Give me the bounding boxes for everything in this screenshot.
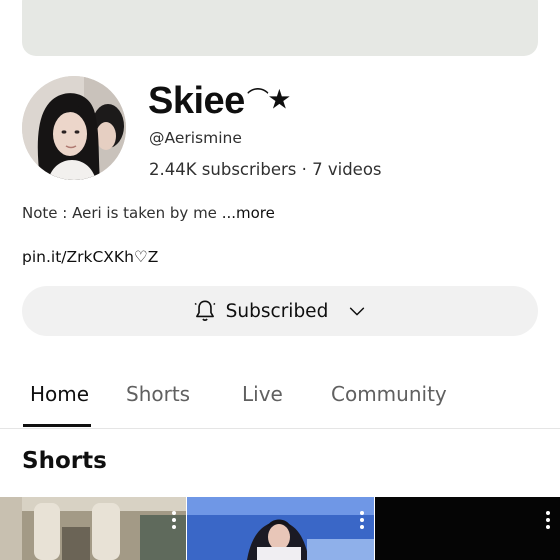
avatar[interactable] bbox=[22, 76, 126, 180]
thumbnail-image bbox=[0, 497, 186, 560]
active-tab-indicator bbox=[23, 424, 91, 427]
thumbnail-image bbox=[187, 497, 374, 560]
channel-stats: 2.44K subscribers · 7 videos bbox=[149, 160, 382, 179]
avatar-photo bbox=[22, 76, 126, 180]
channel-description[interactable]: Note : Aeri is taken by me ...more bbox=[22, 204, 275, 222]
short-thumbnail-3[interactable] bbox=[375, 497, 560, 560]
bell-icon bbox=[194, 300, 216, 322]
short-thumbnail-2[interactable] bbox=[187, 497, 374, 560]
more-options-icon[interactable] bbox=[172, 511, 176, 529]
chevron-down-icon bbox=[350, 307, 365, 316]
channel-name: Skiee⌒★ bbox=[148, 78, 290, 123]
short-thumbnail-1[interactable] bbox=[0, 497, 186, 560]
tab-home[interactable]: Home bbox=[30, 382, 89, 406]
shorts-section-title: Shorts bbox=[22, 448, 107, 474]
channel-banner[interactable] bbox=[22, 0, 538, 56]
tab-community[interactable]: Community bbox=[331, 382, 447, 406]
tab-shorts[interactable]: Shorts bbox=[126, 382, 190, 406]
more-options-icon[interactable] bbox=[360, 511, 364, 529]
channel-name-text: Skiee bbox=[148, 80, 245, 122]
more-link[interactable]: ...more bbox=[222, 204, 275, 222]
tab-live[interactable]: Live bbox=[242, 382, 283, 406]
subscribed-button[interactable]: Subscribed bbox=[22, 286, 538, 336]
thumbnail-image bbox=[375, 497, 560, 560]
description-text: Note : Aeri is taken by me bbox=[22, 204, 217, 222]
name-decoration: ⌒★ bbox=[246, 87, 291, 112]
channel-tabs: Home Shorts Live Community bbox=[0, 366, 560, 429]
channel-handle: @Aerismine bbox=[149, 129, 242, 147]
channel-link[interactable]: pin.it/ZrkCXKh♡Z bbox=[22, 248, 158, 266]
subscribed-label: Subscribed bbox=[225, 300, 329, 322]
more-options-icon[interactable] bbox=[546, 511, 550, 529]
shorts-shelf bbox=[0, 497, 560, 560]
